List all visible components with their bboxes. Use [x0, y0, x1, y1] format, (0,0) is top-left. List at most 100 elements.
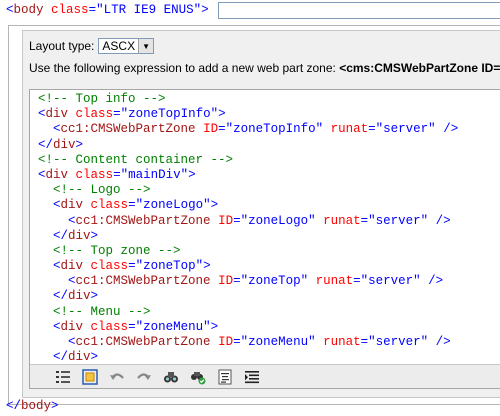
layout-type-value: ASCX [102, 39, 136, 53]
code-line[interactable]: <!-- Menu --> [38, 305, 458, 320]
code-line[interactable]: </div> [38, 229, 458, 244]
code-line[interactable]: <cc1:CMSWebPartZone ID="zoneTop" runat="… [38, 274, 458, 289]
indent-icon[interactable] [243, 368, 261, 386]
code-punct: /> [428, 213, 451, 228]
code-line[interactable]: <cc1:CMSWebPartZone ID="zoneTopInfo" run… [38, 122, 458, 137]
code-tag-name: div [45, 167, 69, 182]
select-all-icon[interactable] [81, 368, 99, 386]
tag-name: body [21, 399, 52, 413]
code-punct: > [90, 289, 99, 304]
code-punct: > [210, 198, 219, 213]
tag-close: > [201, 3, 209, 17]
code-punct: < [38, 167, 46, 182]
code-line[interactable]: <div class="zoneTop"> [38, 259, 458, 274]
code-attr-value: "zoneTopInfo" [120, 107, 219, 122]
code-punct [308, 274, 316, 288]
layout-type-select[interactable]: ASCX ▼ [98, 38, 155, 54]
code-line[interactable]: </div> [38, 289, 458, 304]
code-punct [83, 259, 91, 273]
code-attr-value: "zoneLogo" [135, 198, 211, 213]
instruction-text: Use the following expression to add a ne… [29, 61, 340, 75]
code-punct: = [368, 122, 376, 137]
code-attr-value: "zoneTop" [240, 274, 309, 289]
chevron-down-icon[interactable]: ▼ [138, 39, 154, 53]
code-tag-name: cc1:CMSWebPartZone [75, 213, 211, 228]
code-attr-name: class [90, 259, 129, 274]
code-tag-name: cc1:CMSWebPartZone [75, 335, 211, 349]
code-punct: </ [38, 289, 69, 304]
code-editor[interactable]: <!-- Top info --> <div class="zoneTopInfo… [29, 89, 500, 389]
code-tag-name: div [68, 228, 91, 243]
code-line[interactable]: <!-- Top info --> [38, 92, 458, 107]
code-line[interactable]: <div class="zoneTopInfo"> [38, 107, 458, 122]
code-content[interactable]: <!-- Top info --> <div class="zoneTopInfo… [38, 92, 458, 365]
code-attr-value: "zoneTop" [135, 259, 204, 274]
code-punct: > [188, 167, 196, 182]
code-attr-name: class [90, 319, 129, 334]
code-punct [38, 305, 53, 319]
code-line[interactable]: <div class="zoneMenu"> [38, 320, 458, 335]
code-punct [38, 183, 53, 197]
code-punct [211, 335, 219, 349]
code-comment: <!-- Menu --> [53, 304, 151, 319]
body-close-tag: </body> [6, 399, 59, 414]
tag-close-open: </ [6, 399, 22, 413]
code-tag-name: div [60, 259, 84, 274]
code-comment: <!-- Top info --> [38, 92, 166, 106]
code-punct: > [210, 319, 219, 334]
code-comment: <!-- Logo --> [53, 183, 151, 198]
find-icon[interactable] [162, 368, 180, 386]
code-punct: = [233, 274, 241, 289]
code-punct: = [128, 198, 136, 213]
code-line[interactable]: <div class="mainDiv"> [38, 168, 458, 183]
code-punct [83, 320, 91, 334]
code-punct [68, 168, 76, 182]
code-attr-name: runat [323, 335, 361, 349]
code-line[interactable]: <!-- Content container --> [38, 153, 458, 168]
code-punct [83, 198, 91, 212]
body-class-input[interactable] [218, 2, 500, 19]
code-line[interactable]: <cc1:CMSWebPartZone ID="zoneMenu" runat=… [38, 335, 458, 350]
code-punct: < [38, 319, 61, 334]
replace-icon[interactable] [189, 368, 207, 386]
code-attr-name: runat [323, 213, 361, 228]
code-punct: > [90, 350, 99, 365]
code-tag-name: div [53, 137, 76, 152]
code-punct: /> [428, 335, 451, 349]
code-line[interactable]: <!-- Top zone --> [38, 244, 458, 259]
code-attr-value: "zoneMenu" [240, 335, 316, 349]
code-punct: < [38, 274, 76, 289]
code-tag-name: div [60, 198, 84, 213]
redo-icon[interactable] [135, 368, 153, 386]
code-line[interactable]: <cc1:CMSWebPartZone ID="zoneLogo" runat=… [38, 214, 458, 229]
code-line[interactable]: </div> [38, 138, 458, 153]
attr-eq: = [88, 3, 97, 17]
tag-name: body [13, 3, 44, 17]
layout-panel: Layout type: ASCX ▼ Use the following ex… [22, 30, 500, 398]
code-punct: = [353, 274, 361, 289]
code-punct: = [218, 122, 226, 137]
code-attr-value: "zoneLogo" [240, 213, 316, 228]
editor-toolbar [30, 364, 500, 388]
code-punct: = [113, 107, 121, 122]
code-attr-value: "zoneMenu" [135, 319, 211, 334]
code-line[interactable]: <div class="zoneLogo"> [38, 198, 458, 213]
code-punct [211, 214, 219, 228]
attr-value: "LTR IE9 ENUS" [96, 3, 202, 17]
code-attr-name: ID [218, 274, 234, 289]
code-punct [38, 244, 53, 258]
undo-icon[interactable] [108, 368, 126, 386]
code-punct: /> [435, 122, 459, 137]
list-numbered-icon[interactable] [54, 368, 72, 386]
body-open-tag: <body class="LTR IE9 ENUS"> [6, 3, 209, 21]
code-punct: > [218, 107, 226, 122]
code-attr-value: "mainDiv" [120, 167, 189, 182]
code-punct: < [38, 198, 61, 213]
code-line[interactable]: <!-- Logo --> [38, 183, 458, 198]
format-icon[interactable] [216, 368, 234, 386]
code-punct: < [38, 107, 46, 122]
code-tag-name: div [45, 107, 69, 122]
code-attr-value: "server" [375, 122, 436, 137]
code-punct: = [128, 319, 136, 334]
code-punct: = [128, 259, 136, 274]
